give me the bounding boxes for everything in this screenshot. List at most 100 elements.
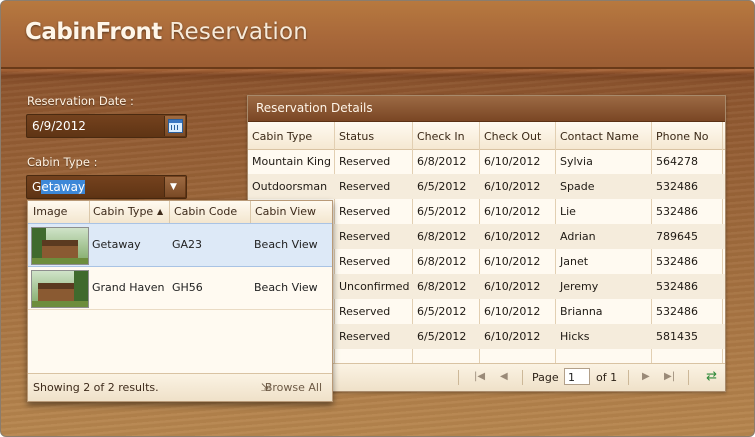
calendar-button[interactable] [164, 116, 185, 136]
cell-check-out: 6/10/2012 [484, 330, 541, 343]
dropdown-footer: Showing 2 of 2 results. ⇲ Browse All [28, 373, 332, 401]
cell-check-in: 6/8/2012 [417, 230, 467, 243]
cell-phone-no: 532486 [656, 280, 698, 293]
previous-page-icon[interactable]: ◀ [500, 371, 508, 382]
reservation-date-picker[interactable]: 6/9/2012 [26, 114, 187, 138]
cell-phone-no: 532486 [656, 205, 698, 218]
cell-contact-name: Spade [560, 180, 595, 193]
cell-phone-no: 564278 [656, 155, 698, 168]
cell-status: Reserved [339, 330, 391, 343]
cell-check-out: 6/10/2012 [484, 280, 541, 293]
dropdown-column-cabin-view[interactable]: Cabin View [255, 205, 316, 218]
app-title: CabinFront Reservation [25, 19, 308, 45]
header-bar: CabinFront Reservation [1, 1, 754, 69]
dropdown-column-cabin-code[interactable]: Cabin Code [174, 205, 237, 218]
column-header-check-in[interactable]: Check In [417, 130, 465, 143]
cell-check-out: 6/10/2012 [484, 180, 541, 193]
reservation-date-label: Reservation Date : [27, 94, 134, 108]
dropdown-cell-cabin-view: Beach View [254, 238, 318, 251]
cell-status: Reserved [339, 180, 391, 193]
cell-check-in: 6/5/2012 [417, 205, 467, 218]
column-divider [89, 201, 90, 223]
browse-all-button[interactable]: Browse All [265, 381, 322, 394]
page-label: Page [532, 371, 559, 384]
cell-check-out: 6/10/2012 [484, 255, 541, 268]
page-count-label: of 1 [596, 371, 618, 384]
cabin-type-dropdown: Image Cabin Type ▲ Cabin Code Cabin View… [27, 200, 333, 402]
cell-check-in: 6/8/2012 [417, 155, 467, 168]
cell-status: Reserved [339, 155, 391, 168]
dropdown-cell-cabin-type: Grand Haven [92, 281, 165, 294]
cabin-type-label: Cabin Type : [27, 155, 98, 169]
cell-contact-name: Adrian [560, 230, 596, 243]
app-title-brand: CabinFront [25, 19, 162, 45]
cell-cabin-type: Mountain King [252, 155, 331, 168]
cell-check-out: 6/10/2012 [484, 205, 541, 218]
app-title-rest: Reservation [161, 19, 309, 45]
cabin-type-text: G [32, 180, 42, 194]
cabin-thumbnail [31, 270, 89, 308]
column-divider [250, 201, 251, 223]
cabin-type-input[interactable]: Getaway [32, 180, 86, 194]
dropdown-column-cabin-type[interactable]: Cabin Type [93, 205, 153, 218]
cell-check-out: 6/10/2012 [484, 230, 541, 243]
first-page-icon[interactable]: |◀ [474, 371, 485, 382]
page-number-input[interactable]: 1 [564, 368, 590, 385]
column-header-check-out[interactable]: Check Out [484, 130, 541, 143]
table-row[interactable]: Mountain King Reserved 6/8/2012 6/10/201… [248, 149, 725, 174]
dropdown-cell-cabin-view: Beach View [254, 281, 318, 294]
panel-header: Reservation Details [248, 96, 725, 122]
dropdown-header: Image Cabin Type ▲ Cabin Code Cabin View [28, 201, 332, 224]
results-status: Showing 2 of 2 results. [33, 381, 159, 394]
cell-contact-name: Jeremy [560, 280, 599, 293]
column-header-cabin-type[interactable]: Cabin Type [252, 130, 312, 143]
cell-check-in: 6/8/2012 [417, 280, 467, 293]
cell-phone-no: 532486 [656, 255, 698, 268]
cell-phone-no: 532486 [656, 305, 698, 318]
column-divider [169, 201, 170, 223]
cell-status: Reserved [339, 205, 391, 218]
cell-check-out: 6/10/2012 [484, 155, 541, 168]
cabin-thumbnail [31, 227, 89, 265]
cell-check-in: 6/5/2012 [417, 305, 467, 318]
cell-check-in: 6/8/2012 [417, 255, 467, 268]
cell-check-in: 6/5/2012 [417, 330, 467, 343]
reservation-date-value[interactable]: 6/9/2012 [32, 119, 86, 133]
pager-divider [522, 370, 523, 385]
cell-phone-no: 532486 [656, 180, 698, 193]
cell-contact-name: Brianna [560, 305, 603, 318]
next-page-icon[interactable]: ▶ [642, 371, 650, 382]
cell-contact-name: Hicks [560, 330, 590, 343]
grid-header: Cabin Type Status Check In Check Out Con… [248, 122, 725, 150]
column-header-contact-name[interactable]: Contact Name [560, 130, 639, 143]
dropdown-row-getaway[interactable]: Getaway GA23 Beach View [28, 223, 332, 267]
column-header-status[interactable]: Status [339, 130, 374, 143]
cell-phone-no: 789645 [656, 230, 698, 243]
pager-divider [628, 370, 629, 385]
cell-check-in: 6/5/2012 [417, 180, 467, 193]
pager-divider [458, 370, 459, 385]
column-header-phone-no[interactable]: Phone No [656, 130, 709, 143]
cell-check-out: 6/10/2012 [484, 305, 541, 318]
cell-contact-name: Sylvia [560, 155, 593, 168]
cabin-type-combo[interactable]: Getaway ▼ [26, 175, 187, 199]
cell-status: Reserved [339, 230, 391, 243]
table-row[interactable]: Outdoorsman Reserved 6/5/2012 6/10/2012 … [248, 174, 725, 199]
cabin-type-dropdown-button[interactable]: ▼ [164, 177, 185, 197]
dropdown-column-image[interactable]: Image [33, 205, 67, 218]
cell-contact-name: Janet [560, 255, 589, 268]
refresh-icon[interactable]: ⇄ [706, 369, 717, 384]
cabin-type-selected-text: etaway [41, 180, 86, 194]
app-window: CabinFront Reservation Reservation Date … [0, 0, 755, 437]
dropdown-cell-cabin-type: Getaway [92, 238, 141, 251]
dropdown-cell-cabin-code: GA23 [172, 238, 203, 251]
pager-divider [688, 370, 689, 385]
cell-cabin-type: Outdoorsman [252, 180, 328, 193]
chevron-down-icon: ▼ [170, 182, 177, 192]
cell-contact-name: Lie [560, 205, 576, 218]
panel-title: Reservation Details [256, 101, 373, 115]
last-page-icon[interactable]: ▶| [664, 371, 675, 382]
calendar-icon [168, 119, 183, 133]
dropdown-row-grand-haven[interactable]: Grand Haven GH56 Beach View [28, 267, 332, 310]
cell-status: Unconfirmed [339, 280, 410, 293]
